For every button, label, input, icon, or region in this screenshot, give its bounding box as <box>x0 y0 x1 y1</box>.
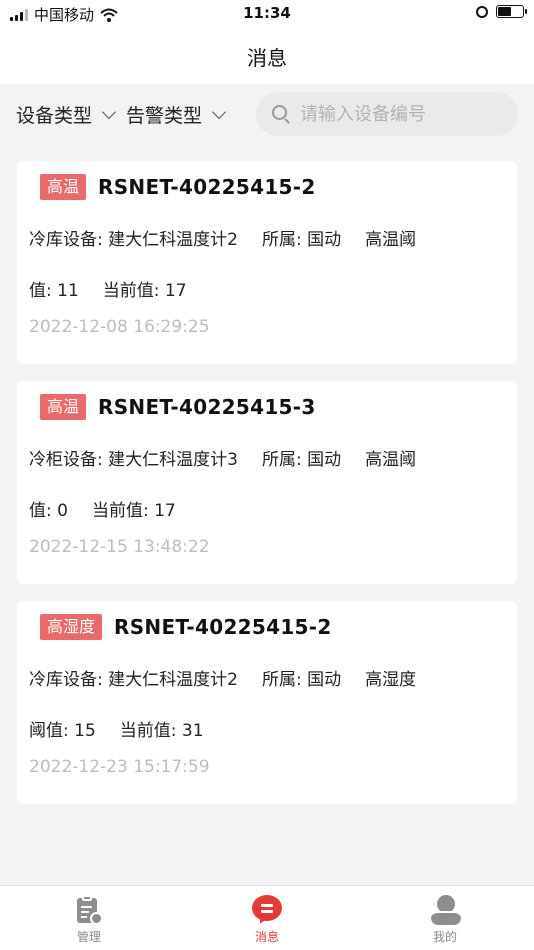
battery-icon <box>496 5 527 18</box>
alert-timestamp: 2022-12-15 13:48:22 <box>29 537 210 557</box>
current-value: 当前值: 31 <box>119 721 204 741</box>
device-code: RSNET-40225415-3 <box>98 395 316 419</box>
page-title: 消息 <box>247 45 287 70</box>
search-input[interactable] <box>300 103 500 125</box>
tab-bar: 管理 消息 我的 <box>0 885 534 950</box>
device-label: 冷柜设备: 建大仁科温度计3 <box>29 450 238 470</box>
alert-card[interactable]: 高温 RSNET-40225415-2 冷库设备: 建大仁科温度计2 所属: 国动… <box>17 161 517 364</box>
tab-messages-label: 消息 <box>254 930 279 944</box>
alert-card-header: 高湿度 RSNET-40225415-2 <box>40 613 517 641</box>
chevron-down-icon <box>211 104 227 119</box>
threshold-value: 阈值: 15 <box>29 721 96 741</box>
alert-detail-line: 冷库设备: 建大仁科温度计2 所属: 国动 高湿度 <box>29 665 517 690</box>
tab-messages[interactable]: 消息 <box>178 886 356 950</box>
device-code: RSNET-40225415-2 <box>114 615 332 639</box>
alarm-clock-icon <box>476 5 488 18</box>
alert-value-line: 阈值: 15 当前值: 31 <box>29 716 517 741</box>
alert-card-header: 高温 RSNET-40225415-3 <box>40 393 517 421</box>
alert-detail-line: 冷柜设备: 建大仁科温度计3 所属: 国动 高温阈 <box>29 445 517 470</box>
threshold-label: 高温阈 <box>365 230 417 250</box>
alert-type-tag: 高温 <box>40 394 87 420</box>
alert-list: 高温 RSNET-40225415-2 冷库设备: 建大仁科温度计2 所属: 国动… <box>17 161 517 821</box>
alert-type-tag: 高湿度 <box>40 614 103 640</box>
alert-card[interactable]: 高湿度 RSNET-40225415-2 冷库设备: 建大仁科温度计2 所属: 国… <box>17 601 517 804</box>
alert-value-line: 值: 11 当前值: 17 <box>29 276 517 301</box>
nav-bar: 消息 <box>0 28 534 84</box>
alert-type-tag: 高温 <box>40 174 87 200</box>
filter-bar: 设备类型 告警类型 <box>0 84 534 144</box>
owner-label: 所属: 国动 <box>261 670 342 690</box>
owner-label: 所属: 国动 <box>261 450 342 470</box>
alert-value-line: 值: 0 当前值: 17 <box>29 496 517 521</box>
device-label: 冷库设备: 建大仁科温度计2 <box>29 230 238 250</box>
tab-manage[interactable]: 管理 <box>0 886 178 950</box>
tab-mine-label: 我的 <box>432 930 457 944</box>
alert-timestamp: 2022-12-08 16:29:25 <box>29 317 210 337</box>
device-code: RSNET-40225415-2 <box>98 175 316 199</box>
message-icon <box>251 895 283 926</box>
user-icon <box>430 895 461 925</box>
search-icon <box>272 105 290 124</box>
device-type-label: 设备类型 <box>16 104 93 127</box>
chevron-down-icon <box>101 104 117 119</box>
threshold-label: 高湿度 <box>365 670 417 690</box>
alert-card[interactable]: 高温 RSNET-40225415-3 冷柜设备: 建大仁科温度计3 所属: 国动… <box>17 381 517 584</box>
alert-detail-line: 冷库设备: 建大仁科温度计2 所属: 国动 高温阈 <box>29 225 517 250</box>
search-box[interactable] <box>256 92 518 136</box>
current-value: 当前值: 17 <box>102 281 187 301</box>
alert-card-header: 高温 RSNET-40225415-2 <box>40 173 517 201</box>
alert-timestamp: 2022-12-23 15:17:59 <box>29 757 210 777</box>
alarm-type-label: 告警类型 <box>126 104 203 127</box>
device-label: 冷库设备: 建大仁科温度计2 <box>29 670 238 690</box>
threshold-label: 高温阈 <box>365 450 417 470</box>
device-type-dropdown[interactable]: 设备类型 <box>16 101 117 128</box>
clipboard-check-icon <box>75 895 103 925</box>
alarm-type-dropdown[interactable]: 告警类型 <box>126 101 227 128</box>
tab-manage-label: 管理 <box>76 930 101 944</box>
tab-mine[interactable]: 我的 <box>356 886 534 950</box>
status-time: 11:34 <box>243 4 291 22</box>
threshold-value: 值: 11 <box>29 281 79 301</box>
threshold-value: 值: 0 <box>29 501 68 521</box>
current-value: 当前值: 17 <box>91 501 176 521</box>
status-right <box>476 5 527 18</box>
status-bar: 中国移动 11:34 <box>0 0 534 28</box>
owner-label: 所属: 国动 <box>261 230 342 250</box>
